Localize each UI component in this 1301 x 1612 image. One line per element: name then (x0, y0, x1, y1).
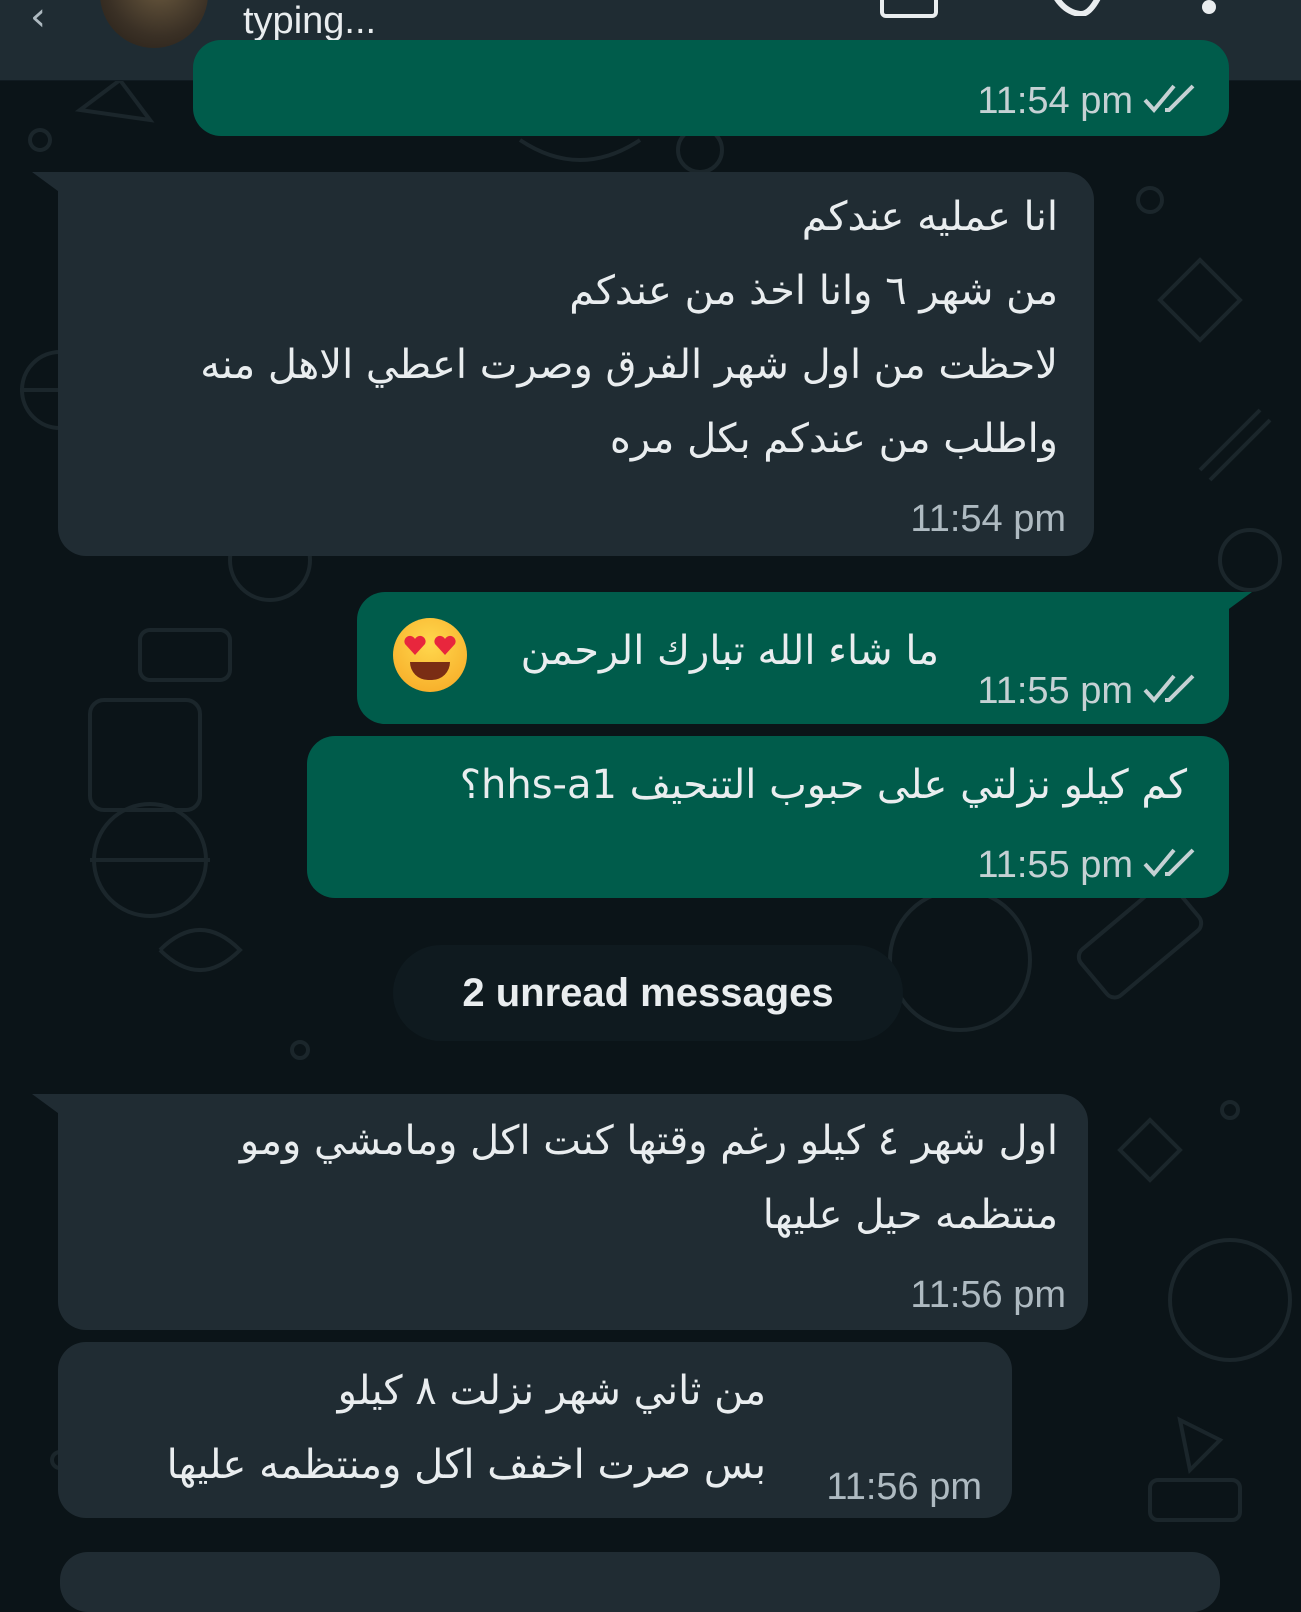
avatar[interactable] (100, 0, 208, 48)
message-bubble-outgoing[interactable]: 11:54 pm (193, 40, 1229, 136)
message-bubble-incoming[interactable]: من ثاني شهر نزلت ٨ كيلو بس صرت اخفف اكل … (58, 1342, 1012, 1518)
message-bubble-incoming[interactable]: اول شهر ٤ كيلو رغم وقتها كنت اكل ومامشي … (58, 1094, 1088, 1330)
more-options-icon[interactable] (1202, 0, 1216, 14)
message-time: 11:55 pm (977, 670, 1133, 712)
video-call-icon[interactable] (880, 0, 938, 18)
message-bubble-incoming[interactable] (60, 1552, 1220, 1612)
message-text: انا عمليه عندكم من شهر ٦ وانا اخذ من عند… (200, 194, 1058, 462)
message-time: 11:54 pm (910, 498, 1066, 540)
read-ticks-icon (1143, 674, 1195, 704)
message-bubble-incoming[interactable]: انا عمليه عندكم من شهر ٦ وانا اخذ من عند… (58, 172, 1094, 556)
typing-status: typing... (243, 0, 377, 42)
message-time: 11:56 pm (910, 1274, 1066, 1316)
back-arrow-icon[interactable]: ‹ (30, 0, 46, 40)
phone-call-icon[interactable] (1052, 0, 1106, 16)
message-text: ما شاء الله تبارك الرحمن (520, 628, 939, 674)
message-time: 11:54 pm (977, 80, 1133, 122)
unread-messages-banner: 2 unread messages (393, 945, 903, 1041)
message-bubble-outgoing[interactable]: ما شاء الله تبارك الرحمن 11:55 pm (357, 592, 1229, 724)
message-time: 11:55 pm (977, 844, 1133, 886)
read-ticks-icon (1143, 848, 1195, 878)
read-ticks-icon (1143, 84, 1195, 114)
message-bubble-outgoing[interactable]: كم كيلو نزلتي على حبوب التنحيف hhs-a1؟ 1… (307, 736, 1229, 898)
message-text: اول شهر ٤ كيلو رغم وقتها كنت اكل ومامشي … (239, 1118, 1058, 1238)
heart-eyes-emoji-icon (393, 618, 467, 692)
message-time: 11:56 pm (826, 1466, 982, 1508)
message-text: كم كيلو نزلتي على حبوب التنحيف hhs-a1؟ (459, 762, 1187, 808)
message-text: من ثاني شهر نزلت ٨ كيلو بس صرت اخفف اكل … (166, 1368, 766, 1488)
